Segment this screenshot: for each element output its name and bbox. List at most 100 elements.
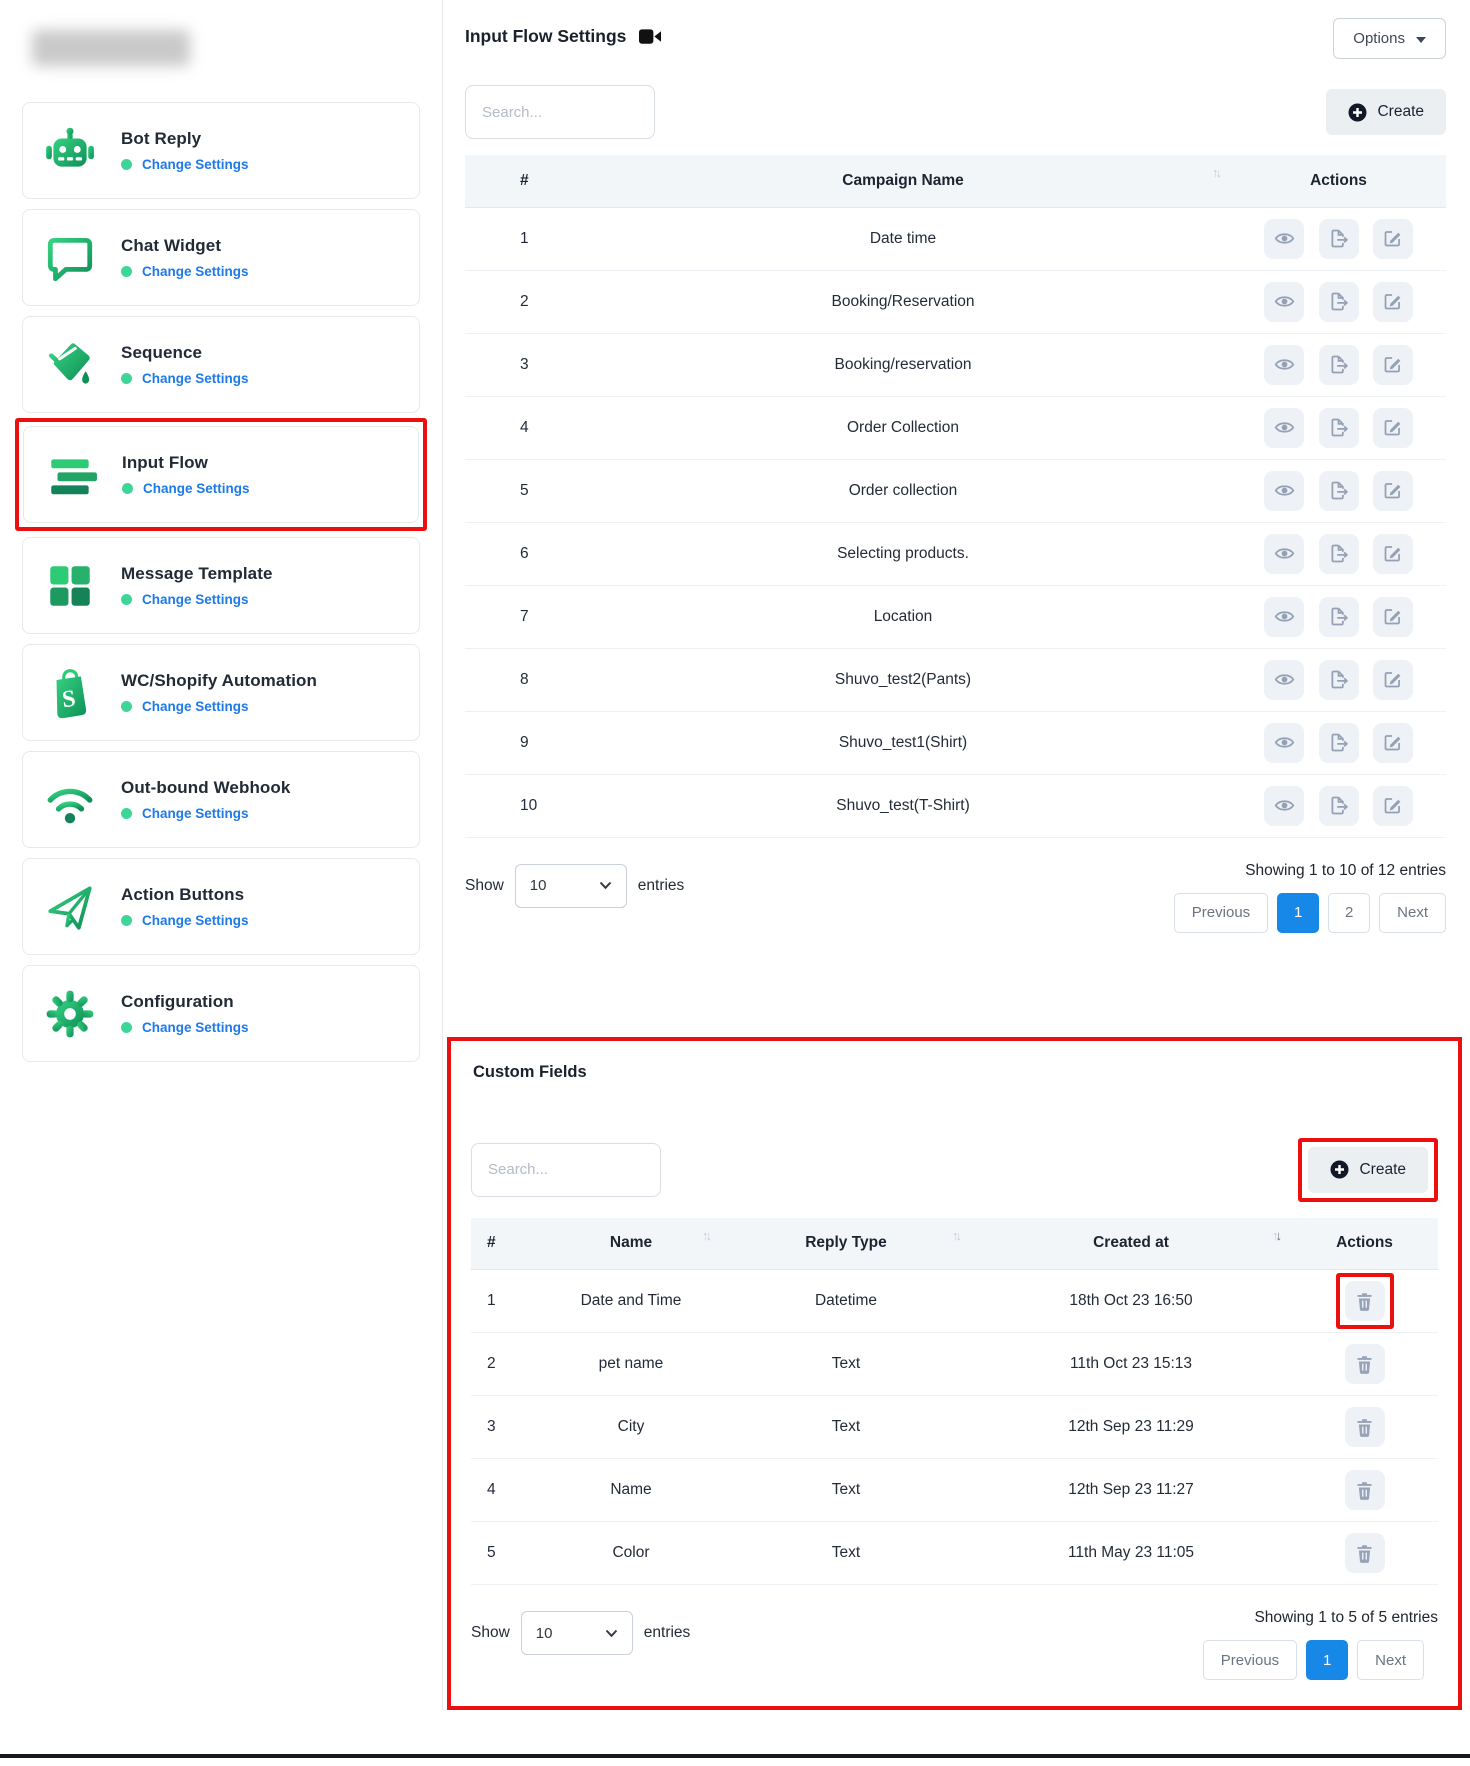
edit-button[interactable] bbox=[1373, 282, 1413, 322]
campaign-name-cell: Booking/reservation bbox=[575, 333, 1231, 396]
custom-fields-search-input[interactable] bbox=[471, 1143, 661, 1197]
previous-button[interactable]: Previous bbox=[1174, 893, 1268, 933]
change-settings-link[interactable]: Change Settings bbox=[142, 913, 249, 928]
show-label: Show bbox=[465, 877, 504, 895]
flows-table-header-row: # Campaign Name ↑↓ Actions bbox=[465, 155, 1446, 207]
sidebar-item-configuration[interactable]: Configuration Change Settings bbox=[22, 965, 420, 1062]
view-button[interactable] bbox=[1264, 345, 1304, 385]
view-button[interactable] bbox=[1264, 597, 1304, 637]
edit-button[interactable] bbox=[1373, 786, 1413, 826]
video-camera-icon[interactable] bbox=[639, 28, 662, 45]
column-header-name[interactable]: Name ↑↓ bbox=[541, 1218, 721, 1270]
options-button[interactable]: Options bbox=[1333, 18, 1446, 59]
delete-button[interactable] bbox=[1345, 1344, 1385, 1384]
next-button[interactable]: Next bbox=[1379, 893, 1446, 933]
page-1-button[interactable]: 1 bbox=[1306, 1640, 1348, 1680]
field-name-cell: City bbox=[541, 1396, 721, 1459]
view-button[interactable] bbox=[1264, 282, 1304, 322]
sidebar-item-outbound-webhook[interactable]: Out-bound Webhook Change Settings bbox=[22, 751, 420, 848]
flows-page-size-select[interactable]: 10 bbox=[515, 864, 627, 908]
view-button[interactable] bbox=[1264, 219, 1304, 259]
row-number: 1 bbox=[471, 1270, 541, 1333]
change-settings-link[interactable]: Change Settings bbox=[143, 481, 250, 496]
trash-icon bbox=[1354, 1291, 1375, 1312]
previous-button[interactable]: Previous bbox=[1203, 1640, 1297, 1680]
flows-create-button[interactable]: Create bbox=[1326, 89, 1446, 135]
delete-button[interactable] bbox=[1345, 1470, 1385, 1510]
delete-button[interactable] bbox=[1345, 1407, 1385, 1447]
sidebar-item-chat-widget[interactable]: Chat Widget Change Settings bbox=[22, 209, 420, 306]
row-number: 10 bbox=[465, 774, 575, 837]
row-actions bbox=[1231, 270, 1446, 333]
view-button[interactable] bbox=[1264, 471, 1304, 511]
campaign-name-cell: Shuvo_test(T-Shirt) bbox=[575, 774, 1231, 837]
row-actions bbox=[1291, 1333, 1438, 1396]
edit-button[interactable] bbox=[1373, 660, 1413, 700]
delete-button[interactable] bbox=[1345, 1533, 1385, 1573]
custom-fields-page-size-select[interactable]: 10 bbox=[521, 1611, 633, 1655]
change-settings-link[interactable]: Change Settings bbox=[142, 264, 249, 279]
row-actions bbox=[1231, 585, 1446, 648]
export-button[interactable] bbox=[1319, 597, 1359, 637]
export-button[interactable] bbox=[1319, 723, 1359, 763]
export-button[interactable] bbox=[1319, 660, 1359, 700]
row-actions bbox=[1231, 648, 1446, 711]
sidebar-item-sequence[interactable]: Sequence Change Settings bbox=[22, 316, 420, 413]
sidebar-item-action-buttons[interactable]: Action Buttons Change Settings bbox=[22, 858, 420, 955]
table-row: 9 Shuvo_test1(Shirt) bbox=[465, 711, 1446, 774]
status-dot bbox=[121, 594, 132, 605]
edit-button[interactable] bbox=[1373, 219, 1413, 259]
eye-icon bbox=[1274, 606, 1295, 627]
flows-search-input[interactable] bbox=[465, 85, 655, 139]
export-button[interactable] bbox=[1319, 345, 1359, 385]
campaign-name-cell: Order Collection bbox=[575, 396, 1231, 459]
page-2-button[interactable]: 2 bbox=[1328, 893, 1370, 933]
export-button[interactable] bbox=[1319, 282, 1359, 322]
edit-button[interactable] bbox=[1373, 408, 1413, 448]
custom-fields-create-button[interactable]: Create bbox=[1308, 1147, 1428, 1193]
view-button[interactable] bbox=[1264, 723, 1304, 763]
export-button[interactable] bbox=[1319, 534, 1359, 574]
table-row: 1 Date and Time Datetime 18th Oct 23 16:… bbox=[471, 1270, 1438, 1333]
column-header-created-at[interactable]: Created at ↑↓ bbox=[971, 1218, 1291, 1270]
sidebar-item-input-flow[interactable]: Input Flow Change Settings bbox=[23, 426, 419, 523]
column-header-reply-type[interactable]: Reply Type ↑↓ bbox=[721, 1218, 971, 1270]
column-header-campaign-name[interactable]: Campaign Name ↑↓ bbox=[575, 155, 1231, 207]
change-settings-link[interactable]: Change Settings bbox=[142, 157, 249, 172]
wifi-icon bbox=[43, 773, 97, 827]
export-button[interactable] bbox=[1319, 408, 1359, 448]
edit-button[interactable] bbox=[1373, 597, 1413, 637]
row-number: 5 bbox=[465, 459, 575, 522]
edit-button[interactable] bbox=[1373, 723, 1413, 763]
table-row: 3 City Text 12th Sep 23 11:29 bbox=[471, 1396, 1438, 1459]
view-button[interactable] bbox=[1264, 786, 1304, 826]
delete-button[interactable] bbox=[1345, 1281, 1385, 1321]
edit-icon bbox=[1382, 480, 1403, 501]
sidebar-item-message-template[interactable]: Message Template Change Settings bbox=[22, 537, 420, 634]
sidebar-item-wc-shopify[interactable]: S WC/Shopify Automation Change Settings bbox=[22, 644, 420, 741]
change-settings-link[interactable]: Change Settings bbox=[142, 1020, 249, 1035]
page-1-button[interactable]: 1 bbox=[1277, 893, 1319, 933]
change-settings-link[interactable]: Change Settings bbox=[142, 806, 249, 821]
export-button[interactable] bbox=[1319, 219, 1359, 259]
app-logo bbox=[32, 30, 190, 66]
export-button[interactable] bbox=[1319, 471, 1359, 511]
edit-button[interactable] bbox=[1373, 534, 1413, 574]
change-settings-link[interactable]: Change Settings bbox=[142, 371, 249, 386]
change-settings-link[interactable]: Change Settings bbox=[142, 592, 249, 607]
view-button[interactable] bbox=[1264, 660, 1304, 700]
view-button[interactable] bbox=[1264, 534, 1304, 574]
edit-button[interactable] bbox=[1373, 345, 1413, 385]
view-button[interactable] bbox=[1264, 408, 1304, 448]
field-name-cell: Name bbox=[541, 1459, 721, 1522]
eye-icon bbox=[1274, 669, 1295, 690]
custom-fields-header-row: # Name ↑↓ Reply Type ↑↓ Created at ↑↓ bbox=[471, 1218, 1438, 1270]
row-actions bbox=[1231, 459, 1446, 522]
edit-button[interactable] bbox=[1373, 471, 1413, 511]
change-settings-link[interactable]: Change Settings bbox=[142, 699, 249, 714]
export-button[interactable] bbox=[1319, 786, 1359, 826]
next-button[interactable]: Next bbox=[1357, 1640, 1424, 1680]
trash-icon bbox=[1354, 1354, 1375, 1375]
sidebar-item-bot-reply[interactable]: Bot Reply Change Settings bbox=[22, 102, 420, 199]
edit-icon bbox=[1382, 354, 1403, 375]
